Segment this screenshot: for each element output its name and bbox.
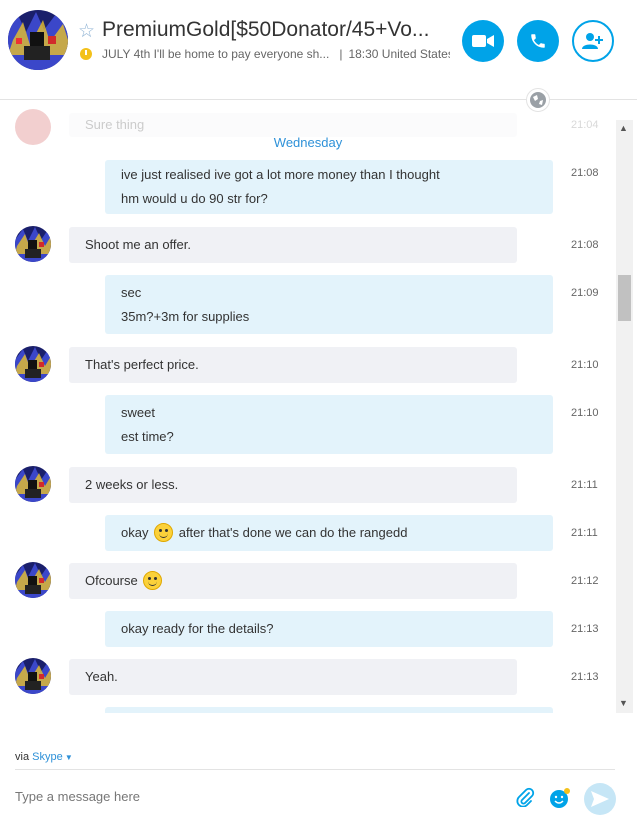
message-text: Ofcourse: [85, 573, 138, 588]
message-text: okay: [121, 525, 149, 540]
conversation-header: ☆ PremiumGold[$50Donator/45+Vo... JULY 4…: [0, 0, 637, 100]
paperclip-icon[interactable]: [515, 787, 535, 812]
contact-avatar-small[interactable]: [15, 658, 51, 694]
scrollbar-thumb[interactable]: [618, 275, 631, 321]
add-person-icon: [582, 33, 603, 49]
audio-call-button[interactable]: [517, 20, 559, 62]
video-camera-icon: [472, 35, 494, 47]
contact-name: PremiumGold[$50Donator/45+Vo...: [102, 18, 430, 41]
message-line: sec: [121, 285, 142, 300]
message-bubble-outgoing: sweet est time?: [105, 395, 553, 454]
mood-separator: |: [339, 47, 343, 61]
contact-avatar-small[interactable]: [15, 346, 51, 382]
message-line: ive just realised ive got a lot more mon…: [121, 167, 440, 182]
service-name[interactable]: Skype: [32, 751, 63, 763]
scroll-up-icon[interactable]: ▲: [619, 123, 628, 133]
contact-avatar-small[interactable]: [15, 226, 51, 262]
via-skype-selector[interactable]: via Skype ▼: [15, 751, 73, 763]
contact-avatar-small[interactable]: [15, 562, 51, 598]
message-time: 21:08: [571, 167, 599, 179]
message-time: 21:08: [571, 239, 599, 251]
chevron-down-icon[interactable]: ▼: [63, 753, 73, 762]
message-bubble-incoming: Ofcourse: [69, 563, 517, 599]
smiley-emoji-icon: [154, 523, 174, 542]
scroll-down-icon[interactable]: ▼: [619, 698, 628, 708]
message-time: 21:10: [571, 359, 599, 371]
message-text: after that's done we can do the rangedd: [178, 525, 408, 540]
via-label: via: [15, 751, 30, 763]
clock-icon: [80, 48, 92, 60]
message-time: 21:10: [571, 407, 599, 419]
day-separator: Wednesday: [273, 135, 343, 150]
message-bubble-incoming: That's perfect price.: [69, 347, 517, 383]
message-bubble-incoming: 2 weeks or less.: [69, 467, 517, 503]
message-bubble-incoming: Yeah.: [69, 659, 517, 695]
message-time: 21:12: [571, 575, 599, 587]
smiley-emoji-icon: [143, 571, 163, 590]
send-button[interactable]: [584, 783, 616, 815]
mood-message: JULY 4th I'll be home to pay everyone sh…: [102, 47, 330, 61]
local-time: 18:30 United States: [348, 47, 450, 61]
message-line: sweet: [121, 405, 155, 420]
message-list: Sure thing 21:04 Wednesday ive just real…: [0, 101, 616, 713]
composer-divider: [15, 769, 615, 770]
message-line: est time?: [121, 429, 174, 444]
contact-avatar[interactable]: [8, 10, 68, 70]
message-bubble-outgoing: ive just realised ive got a lot more mon…: [105, 160, 553, 214]
message-bubble-incoming: Shoot me an offer.: [69, 227, 517, 263]
message-time: 21:11: [571, 479, 598, 491]
message-bubble-incoming: Sure thing: [69, 113, 517, 137]
mood-row: JULY 4th I'll be home to pay everyone sh…: [80, 47, 450, 61]
message-line: 35m?+3m for supplies: [121, 309, 250, 324]
send-icon: [591, 791, 609, 807]
message-time: 21:04: [571, 119, 599, 131]
message-bubble-outgoing: okay ready for the details?: [105, 611, 553, 647]
message-bubble-outgoing: sec 35m?+3m for supplies: [105, 275, 553, 334]
phone-icon: [531, 34, 545, 48]
message-time: 21:13: [571, 623, 599, 635]
message-line: hm would u do 90 str for?: [121, 191, 268, 206]
add-contact-button[interactable]: [572, 20, 614, 62]
chat-scrollbar[interactable]: ▲ ▼: [616, 120, 633, 713]
message-time: 21:11: [571, 527, 598, 539]
emoticon-icon[interactable]: [549, 787, 571, 814]
composer-area: via Skype ▼ Type a message here: [0, 713, 637, 823]
contact-avatar-small[interactable]: [15, 466, 51, 502]
message-time: 21:13: [571, 671, 599, 683]
video-call-button[interactable]: [462, 20, 504, 62]
message-time: 21:09: [571, 287, 599, 299]
favorite-star-icon[interactable]: ☆: [78, 20, 95, 43]
message-input[interactable]: Type a message here: [15, 789, 140, 804]
message-bubble-outgoing: okay after that's done we can do the ran…: [105, 515, 553, 551]
